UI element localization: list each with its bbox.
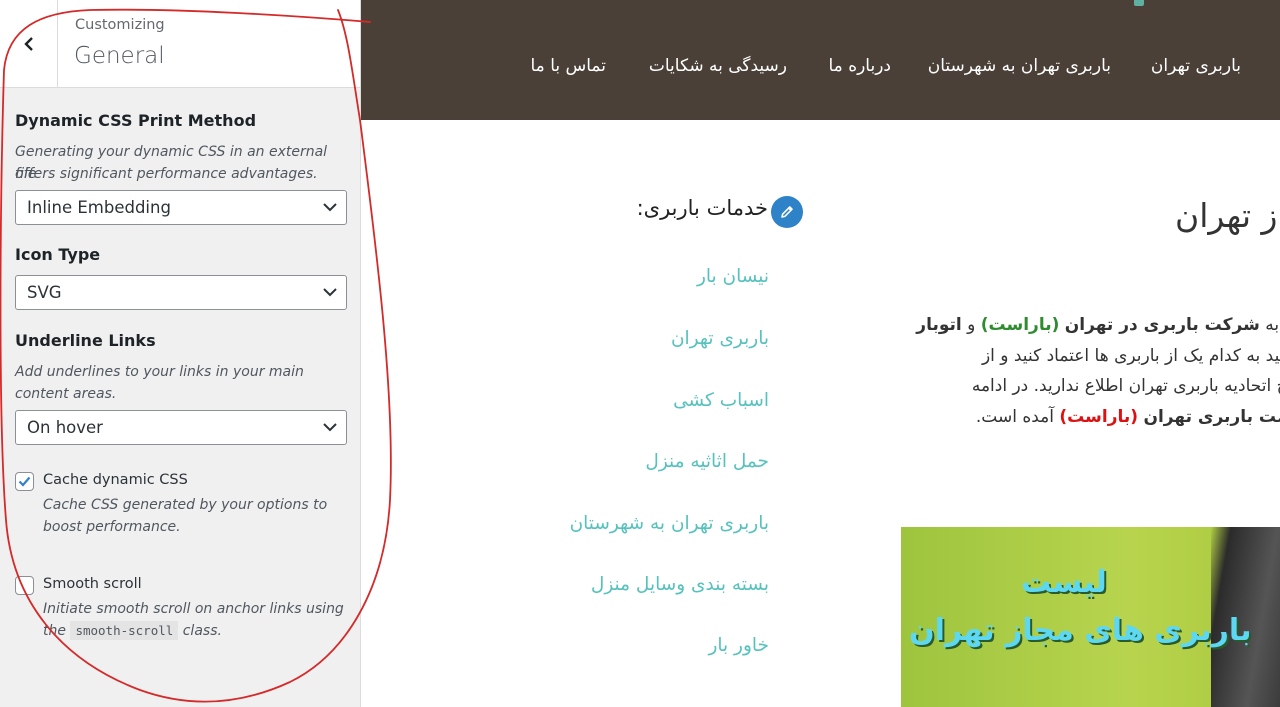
chevron-down-icon [323, 203, 337, 212]
banner-line-1: لیست [1021, 565, 1107, 600]
smooth-scroll-checkbox[interactable] [15, 576, 34, 595]
css-print-method-label: Dynamic CSS Print Method [15, 111, 257, 130]
pencil-icon [781, 206, 793, 218]
icon-type-label: Icon Type [15, 245, 101, 264]
smooth-scroll-description-2: the smooth-scroll class. [43, 620, 348, 642]
service-link[interactable]: خاور بار [708, 635, 769, 656]
service-link[interactable]: حمل اثاثیه منزل [645, 451, 769, 472]
smooth-scroll-class-code: smooth-scroll [70, 621, 179, 640]
chevron-down-icon [323, 423, 337, 432]
service-link[interactable]: باربری تهران به شهرستان [570, 513, 769, 534]
checkmark-icon [18, 476, 31, 487]
css-print-method-value: Inline Embedding [27, 198, 171, 217]
underline-links-label: Underline Links [15, 331, 156, 350]
customizer-screen: Customizing General Dynamic CSS Print Me… [0, 0, 1280, 707]
cache-css-description-1: Cache CSS generated by your options to [43, 497, 328, 513]
css-print-method-select[interactable]: Inline Embedding [15, 190, 347, 225]
nav-item-tehran-moving[interactable]: باربری تهران [1151, 56, 1241, 76]
banner-line-2: باربری های مجاز تهران [909, 613, 1252, 648]
cache-css-description-2: boost performance. [43, 519, 181, 535]
panel-title: General [74, 43, 165, 69]
service-link[interactable]: باربری تهران [671, 328, 769, 349]
intro-line-3: از نرخ اتحادیه باربری تهران اطلاع ندارید… [971, 376, 1280, 396]
page-heading: از تهران [1175, 196, 1280, 235]
underline-links-value: On hover [27, 418, 103, 437]
intro-paragraph: رید و به شرکت باربری در تهران (باراست) و… [886, 313, 1280, 443]
smooth-scroll-text-pre: the [43, 623, 66, 639]
icon-type-select[interactable]: SVG [15, 275, 347, 310]
service-link[interactable]: نیسان بار [697, 266, 769, 287]
nav-item-about[interactable]: درباره ما [829, 56, 892, 76]
banner-image: لیست باربری های مجاز تهران [901, 527, 1280, 707]
chevron-down-icon [323, 288, 337, 297]
service-link[interactable]: بسته بندی وسایل منزل [591, 574, 769, 595]
services-title: خدمات باربری: [636, 196, 768, 220]
nav-item-intercity[interactable]: باربری تهران به شهرستان [928, 56, 1111, 76]
intro-line-2: می‌دانید به کدام یک از باربری ها اعتماد … [981, 346, 1280, 366]
underline-links-description-2: content areas. [15, 386, 117, 402]
service-link[interactable]: اسباب کشی [673, 390, 769, 411]
intro-line-1: رید و به شرکت باربری در تهران (باراست) و… [916, 315, 1280, 335]
edit-shortcut-pencil-icon[interactable] [771, 196, 803, 228]
smooth-scroll-description-1: Initiate smooth scroll on anchor links u… [43, 601, 344, 617]
customizer-header: Customizing General [0, 0, 360, 88]
underline-links-description-1: Add underlines to your links in your mai… [15, 364, 304, 380]
customizing-breadcrumb: Customizing [75, 17, 165, 33]
smooth-scroll-label[interactable]: Smooth scroll [43, 576, 142, 592]
back-button[interactable] [0, 0, 58, 87]
nav-item-contact[interactable]: تماس با ما [531, 56, 607, 76]
css-print-method-description-2: offers significant performance advantage… [15, 166, 318, 182]
chevron-left-icon [23, 36, 33, 51]
cache-css-label[interactable]: Cache dynamic CSS [43, 472, 188, 488]
smooth-scroll-text-post: class. [182, 623, 222, 639]
cache-css-checkbox[interactable] [15, 472, 34, 491]
header-top-icon [1134, 0, 1144, 6]
nav-item-complaints[interactable]: رسیدگی به شکایات [649, 56, 787, 76]
customizer-sidebar: Customizing General Dynamic CSS Print Me… [0, 0, 361, 707]
site-header: باربری تهران باربری تهران به شهرستان درب… [361, 0, 1280, 120]
intro-line-4: و قیمت باربری تهران (باراست) آمده است. [975, 407, 1280, 427]
icon-type-value: SVG [27, 283, 62, 302]
underline-links-select[interactable]: On hover [15, 410, 347, 445]
